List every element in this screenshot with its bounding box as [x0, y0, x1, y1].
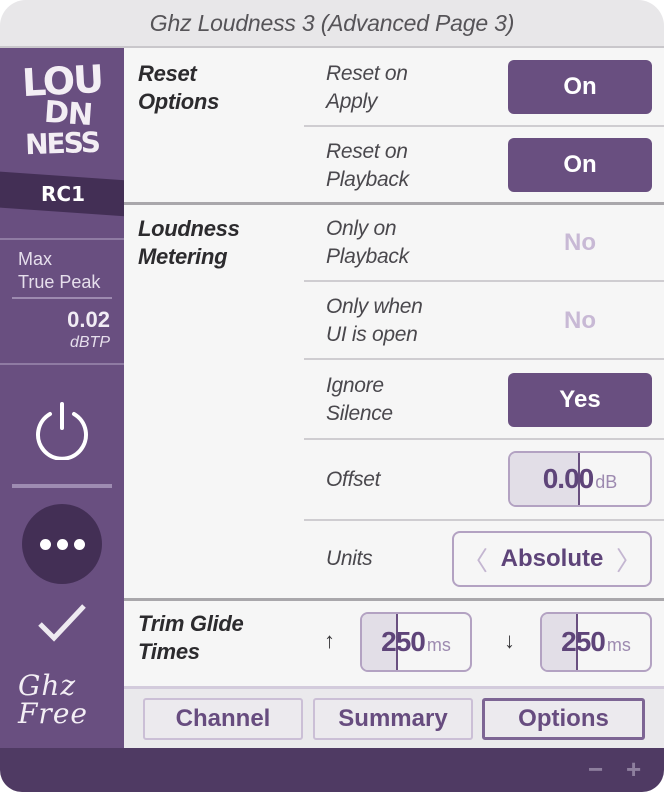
- reset-on-playback-toggle[interactable]: On: [508, 138, 652, 192]
- row-divider: [304, 358, 664, 360]
- sidebar-divider: [0, 363, 124, 365]
- section-title-line-2: Options: [138, 89, 220, 114]
- section-title-line-1: Trim Glide: [138, 611, 244, 636]
- true-peak-label: Max True Peak: [18, 248, 100, 294]
- units-selector[interactable]: 〈 Absolute 〉: [452, 531, 652, 587]
- row-label-line-1: Reset on: [326, 140, 408, 163]
- glide-down-slider[interactable]: 250 ms: [540, 612, 652, 672]
- true-peak-unit: dBTP: [69, 334, 110, 351]
- section-divider: [124, 598, 664, 601]
- units-value: Absolute: [500, 545, 604, 572]
- row-divider: [304, 280, 664, 282]
- zoom-out-button[interactable]: −: [588, 754, 603, 784]
- row-label-line-1: Only when: [326, 295, 423, 318]
- section-title-line-2: Times: [138, 639, 200, 664]
- options-panel: Reset Options Reset on Apply On Reset on…: [124, 48, 664, 748]
- section-divider: [124, 202, 664, 205]
- only-on-playback-toggle[interactable]: No: [508, 216, 652, 270]
- glide-down-unit: ms: [606, 634, 631, 655]
- glide-up-unit: ms: [426, 634, 451, 655]
- section-title-loudness-metering: Loudness Metering: [138, 215, 240, 271]
- footer-bar: − +: [0, 748, 664, 792]
- row-label-line-1: Only on: [326, 217, 397, 240]
- power-button[interactable]: [32, 400, 92, 460]
- offset-unit: dB: [595, 471, 618, 492]
- true-peak-label-line-2: True Peak: [18, 272, 101, 292]
- glide-up-arrow-icon: ↑: [324, 628, 335, 653]
- row-label-line-2: Playback: [326, 168, 409, 191]
- preset-badge-label: RC1: [41, 182, 85, 206]
- zoom-in-button[interactable]: +: [626, 754, 641, 784]
- true-peak-divider: [12, 297, 112, 299]
- row-label-line-1: Reset on: [326, 62, 408, 85]
- row-label-reset-on-apply: Reset on Apply: [326, 60, 408, 116]
- tab-options[interactable]: Options: [482, 698, 645, 740]
- true-peak-value: 0.02: [67, 307, 110, 332]
- row-label-only-on-playback: Only on Playback: [326, 215, 409, 271]
- row-label-units: Units: [326, 547, 373, 570]
- glide-down-arrow-icon: ↓: [504, 628, 515, 653]
- more-horizontal-icon-dot: [39, 538, 51, 550]
- more-horizontal-icon-dot: [73, 538, 85, 550]
- chevron-left-icon[interactable]: 〈: [462, 541, 488, 578]
- row-divider: [304, 125, 664, 127]
- more-options-button[interactable]: [22, 504, 102, 584]
- edition-label: Ghz Free: [18, 672, 108, 728]
- section-title-reset-options: Reset Options: [138, 60, 219, 116]
- page-tabs: Channel Summary Options: [124, 686, 664, 748]
- row-divider: [304, 519, 664, 521]
- row-label-line-2: Playback: [326, 245, 409, 268]
- plugin-window: Ghz Loudness 3 (Advanced Page 3) LOU DN …: [0, 0, 664, 792]
- preset-badge: RC1: [0, 171, 130, 217]
- power-icon: [36, 402, 88, 460]
- edition-line-2: Free: [18, 697, 88, 730]
- ignore-silence-toggle[interactable]: Yes: [508, 373, 652, 427]
- only-when-ui-open-toggle[interactable]: No: [508, 294, 652, 348]
- edition-line-1: Ghz: [18, 669, 77, 702]
- section-title-trim-glide-times: Trim Glide Times: [138, 610, 244, 666]
- section-title-line-1: Loudness: [138, 216, 240, 241]
- glide-up-slider[interactable]: 250 ms: [360, 612, 472, 672]
- row-label-ignore-silence: Ignore Silence: [326, 372, 393, 428]
- checkmark-icon: [38, 604, 86, 642]
- sidebar-separator: [12, 484, 112, 488]
- tab-summary[interactable]: Summary: [313, 698, 473, 740]
- chevron-right-icon[interactable]: 〉: [616, 541, 642, 578]
- true-peak-label-line-1: Max: [18, 249, 53, 269]
- sidebar-divider: [0, 238, 124, 240]
- logo-line-3: NESS: [24, 125, 100, 162]
- section-title-line-1: Reset: [138, 61, 197, 86]
- row-label-line-1: Ignore: [326, 374, 384, 397]
- checkmark-button[interactable]: [36, 602, 88, 646]
- sidebar: LOU DN NESS RC1 Max True Peak 0.02 dBTP: [0, 48, 130, 748]
- offset-value: 0.00: [542, 463, 594, 494]
- more-horizontal-icon-dot: [56, 538, 68, 550]
- row-label-line-2: Apply: [326, 90, 378, 113]
- glide-down-value: 250: [561, 626, 606, 657]
- window-title: Ghz Loudness 3 (Advanced Page 3): [149, 9, 515, 36]
- offset-slider[interactable]: 0.00 dB: [508, 451, 652, 507]
- row-label-line-2: Silence: [326, 402, 393, 425]
- section-title-line-2: Metering: [138, 244, 228, 269]
- title-bar: Ghz Loudness 3 (Advanced Page 3): [0, 0, 664, 48]
- tab-channel[interactable]: Channel: [143, 698, 303, 740]
- row-label-offset: Offset: [326, 468, 381, 491]
- row-divider: [304, 438, 664, 440]
- loudness-logo: LOU DN NESS: [14, 57, 110, 174]
- row-label-line-2: UI is open: [326, 323, 418, 346]
- reset-on-apply-toggle[interactable]: On: [508, 60, 652, 114]
- glide-up-value: 250: [381, 626, 426, 657]
- row-label-only-when-ui-open: Only when UI is open: [326, 293, 423, 349]
- row-label-reset-on-playback: Reset on Playback: [326, 138, 409, 194]
